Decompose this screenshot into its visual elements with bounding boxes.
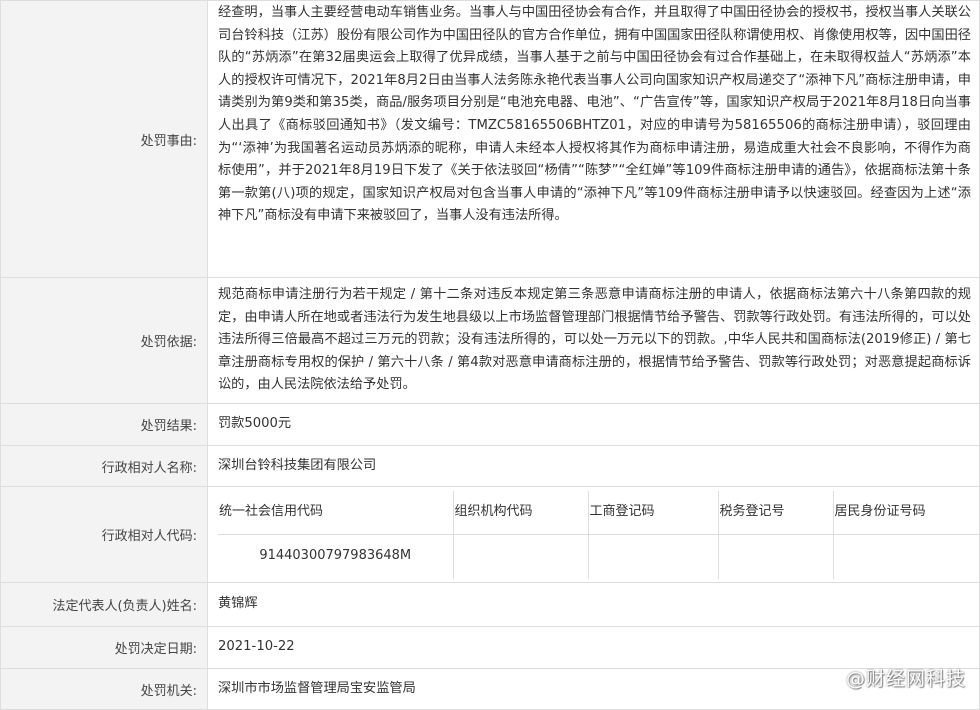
- reason-text: 经查明，当事人主要经营电动车销售业务。当事人与中国田径协会有合作，并且取得了中国…: [207, 0, 980, 278]
- row-decision-date: 处罚决定日期: 2021-10-22: [0, 626, 980, 669]
- row-reason: 处罚事由: 经查明，当事人主要经营电动车销售业务。当事人与中国田径协会有合作，并…: [0, 0, 980, 278]
- result-text: 罚款5000元: [207, 403, 980, 446]
- code-value-credit: 91440300797983648M: [218, 534, 454, 579]
- code-header-org: 组织机构代码: [453, 490, 589, 535]
- basis-label: 处罚依据:: [0, 277, 208, 404]
- basis-text: 规范商标申请注册行为若干规定 / 第十二条对违反本规定第三条恶意申请商标注册的申…: [207, 277, 980, 404]
- decision-date-text: 2021-10-22: [207, 626, 980, 669]
- party-code-table: 统一社会信用代码 组织机构代码 工商登记码 税务登记号 居民身份证号码 9144…: [218, 490, 980, 579]
- code-header-credit: 统一社会信用代码: [218, 490, 454, 535]
- result-label: 处罚结果:: [0, 403, 208, 446]
- code-value-id: [833, 534, 980, 579]
- code-header-business: 工商登记码: [588, 490, 719, 535]
- row-party-code: 行政相对人代码: 统一社会信用代码 组织机构代码 工商登记码 税务登记号 居民身…: [0, 486, 980, 583]
- authority-label: 处罚机关:: [0, 668, 208, 710]
- weibo-logo-icon: [814, 668, 840, 688]
- code-header-row: 统一社会信用代码 组织机构代码 工商登记码 税务登记号 居民身份证号码: [218, 490, 980, 535]
- party-name-text: 深圳台铃科技集团有限公司: [207, 445, 980, 487]
- row-legal-rep: 法定代表人(负责人)姓名: 黄锦辉: [0, 582, 980, 627]
- legal-rep-text: 黄锦辉: [207, 582, 980, 627]
- code-value-tax: [718, 534, 834, 579]
- code-value-business: [588, 534, 719, 579]
- legal-rep-label: 法定代表人(负责人)姓名:: [0, 582, 208, 627]
- party-name-label: 行政相对人名称:: [0, 445, 208, 487]
- reason-label: 处罚事由:: [0, 0, 208, 278]
- weibo-watermark: @财经网科技: [814, 664, 966, 691]
- penalty-info-table: 处罚事由: 经查明，当事人主要经营电动车销售业务。当事人与中国田径协会有合作，并…: [0, 0, 980, 710]
- row-party-name: 行政相对人名称: 深圳台铃科技集团有限公司: [0, 445, 980, 487]
- row-basis: 处罚依据: 规范商标申请注册行为若干规定 / 第十二条对违反本规定第三条恶意申请…: [0, 277, 980, 404]
- code-value-row: 91440300797983648M: [218, 534, 980, 579]
- code-value-org: [453, 534, 589, 579]
- row-result: 处罚结果: 罚款5000元: [0, 403, 980, 446]
- party-code-label: 行政相对人代码:: [0, 486, 208, 583]
- decision-date-label: 处罚决定日期:: [0, 626, 208, 669]
- code-header-id: 居民身份证号码: [833, 490, 980, 535]
- watermark-text: @财经网科技: [845, 668, 966, 690]
- code-header-tax: 税务登记号: [718, 490, 834, 535]
- party-code-cell: 统一社会信用代码 组织机构代码 工商登记码 税务登记号 居民身份证号码 9144…: [207, 486, 980, 583]
